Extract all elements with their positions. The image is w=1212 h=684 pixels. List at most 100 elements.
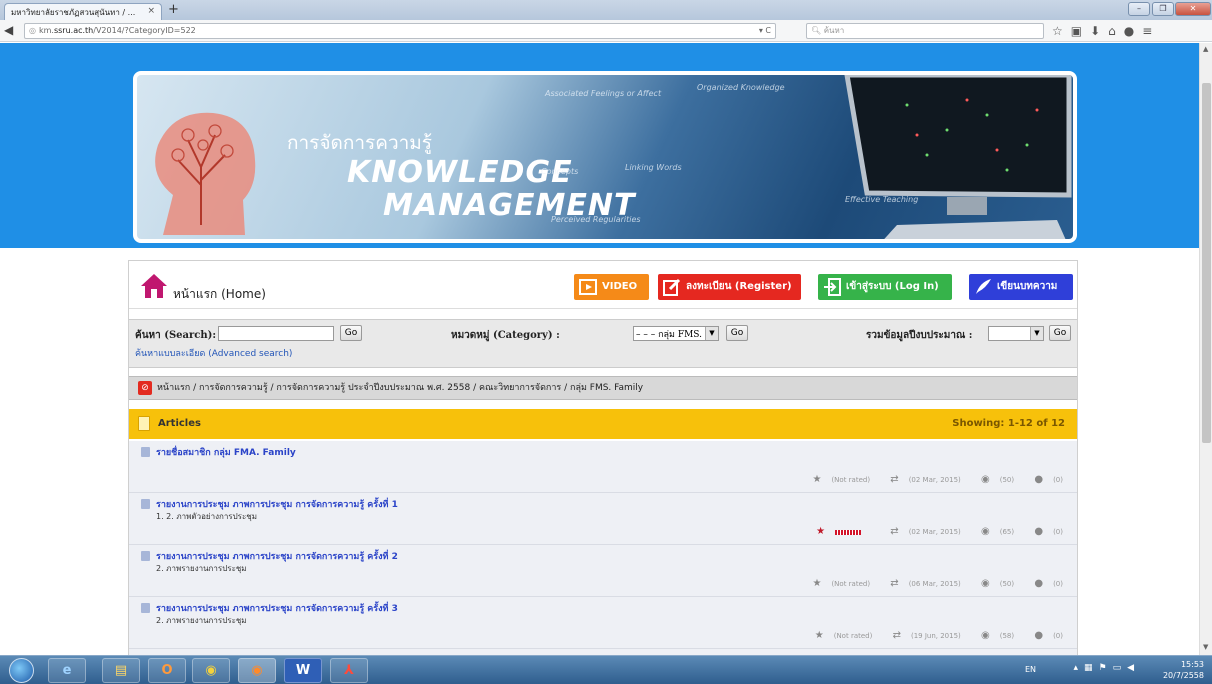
comment-icon: ● [1034,474,1044,485]
article-meta: ★ (Not rated) ⇄ (06 Mar, 2015) ◉ (50) ● (0) [794,578,1063,589]
article-title-link[interactable]: รายงานการประชุม ภาพการประชุม การจัดการคว… [156,601,398,615]
search-input[interactable] [218,326,334,341]
toolbar-icons: ☆▣⬇⌂●≡ [1052,24,1160,38]
article-description: 1. 2. ภาพตัวอย่างการประชุม [156,512,257,521]
quill-icon [976,279,991,294]
document-icon [141,551,150,561]
network-icon[interactable]: ▦ [1084,663,1099,673]
date-icon: ⇄ [890,578,899,589]
download-icon[interactable]: ⬇ [1090,24,1108,38]
login-arrow-icon [824,278,841,296]
article-meta: ★ (Not rated) ⇄ (02 Mar, 2015) ◉ (50) ● (0) [794,474,1063,485]
start-button[interactable] [9,658,34,683]
menu-icon[interactable]: ≡ [1142,24,1160,38]
article-title-link[interactable]: รายชื่อสมาชิก กลุ่ม FMA. Family [156,445,296,459]
breadcrumb-path[interactable]: หน้าแรก / การจัดการความรู้ / การจัดการคว… [157,383,643,393]
firefox-taskbar-icon[interactable]: ◉ [238,658,276,683]
articles-header: Articles Showing: 1-12 of 12 [129,409,1077,439]
login-button[interactable]: เข้าสู่ระบบ (Log In) [818,274,952,300]
breadcrumb-stop-icon: ⊘ [138,381,152,395]
article-description: 2. ภาพรายงานการประชุม [156,616,247,625]
document-icon [138,416,150,431]
chrome-taskbar-icon[interactable]: ◉ [192,658,230,683]
back-arrow-icon[interactable]: ◀ [4,23,13,37]
ie-taskbar-icon[interactable]: e [48,658,86,683]
monitor-tray-icon[interactable]: ▭ [1113,663,1128,673]
language-indicator[interactable]: EN [1025,665,1036,674]
home-link[interactable]: หน้าแรก (Home) [173,285,266,304]
advanced-search-link[interactable]: ค้นหาแบบละเอียด (Advanced search) [135,346,292,360]
brain-tree-head-icon [155,112,256,235]
home-house-icon[interactable] [140,273,168,299]
office-taskbar-icon[interactable]: O [148,658,186,683]
page-scrollbar[interactable]: ▲ ▼ [1199,43,1212,655]
browser-search-input[interactable]: 🔍︎ ค้นหา [806,23,1044,39]
clock-date: 20/7/2558 [1162,671,1204,680]
article-item: รายชื่อสมาชิก กลุ่ม FMA. Family ★ (Not ra… [129,441,1077,493]
article-meta: ★ (Not rated) ⇄ (19 Jun, 2015) ◉ (58) ● (0) [797,630,1063,641]
clock[interactable]: 15:53 20/7/2558 [1163,659,1204,681]
new-tab-button[interactable]: + [168,2,179,17]
reload-icon[interactable]: ▾ C [759,24,771,38]
register-button[interactable]: ลงทะเบียน (Register) [658,274,801,300]
article-date: (02 Mar, 2015) [908,476,961,484]
scroll-down-icon[interactable]: ▼ [1203,643,1208,651]
diagram-label: Associated Feelings or Affect [545,89,662,98]
comment-icon: ● [1034,630,1044,641]
scroll-thumb[interactable] [1202,83,1211,443]
write-article-button[interactable]: เขียนบทความ [969,274,1073,300]
close-window-button[interactable]: ✕ [1175,2,1211,16]
top-navigation: หน้าแรก (Home) VIDEO ลงทะเบียน (Register… [129,261,1077,309]
category-go-button[interactable]: Go [726,325,748,341]
bookmarks-icon[interactable]: ▣ [1071,24,1090,38]
banner-thai-title: การจัดการความรู้ [287,132,433,154]
search-bar: ค้นหา (Search): Go ค้นหาแบบละเอียด (Adva… [129,319,1077,368]
tab-title: มหาวิทยาลัยราชภัฏสวนสุนันทา / ... [11,8,136,17]
article-date: (02 Mar, 2015) [908,528,961,536]
browser-tab[interactable]: มหาวิทยาลัยราชภัฏสวนสุนันทา / ... × [4,3,162,20]
edit-pencil-icon [663,278,681,296]
url-prefix: km. [38,26,54,35]
diagram-label: Organized Knowledge [697,83,785,92]
chevron-up-icon[interactable]: ▴ [1073,663,1084,673]
eye-icon: ◉ [981,578,990,589]
article-rating: (Not rated) [831,580,871,588]
breadcrumb: ⊘ หน้าแรก / การจัดการความรู้ / การจัดการ… [129,376,1077,400]
bookmark-star-icon[interactable]: ☆ [1052,24,1071,38]
comment-icon: ● [1034,526,1044,537]
explorer-taskbar-icon[interactable]: ▤ [102,658,140,683]
budget-year-select[interactable]: ▼ [988,326,1044,341]
home-icon[interactable]: ⌂ [1108,24,1124,38]
article-title-link[interactable]: รายงานการประชุม ภาพการประชุม การจัดการคว… [156,497,398,511]
tab-close-icon[interactable]: × [147,6,155,16]
category-select[interactable]: – – – กลุ่ม FMS. Fa ▼ [633,326,719,341]
search-go-button[interactable]: Go [340,325,362,341]
word-taskbar-icon[interactable]: W [284,658,322,683]
article-meta: ★ ⇄ (02 Mar, 2015) ◉ (65) ● (0) [798,526,1063,537]
volume-icon[interactable]: ◀ [1127,663,1140,673]
banner-title-knowledge: KNOWLEDGE [347,155,573,190]
budget-go-button[interactable]: Go [1049,325,1071,341]
diagram-label: Perceived Regularities [551,215,641,224]
minimize-button[interactable]: – [1128,2,1150,16]
articles-title: Articles [158,418,201,429]
register-label: ลงทะเบียน (Register) [686,281,792,292]
article-title-link[interactable]: รายงานการประชุม ภาพการประชุม การจัดการคว… [156,549,398,563]
eye-icon: ◉ [981,474,990,485]
search-label: ค้นหา (Search): [135,330,217,341]
address-bar[interactable]: ◎ km.ssru.ac.th/V2014/?CategoryID=522 ▾ C [24,23,776,39]
video-button[interactable]: VIDEO [574,274,649,300]
article-views: (65) [999,528,1015,536]
flag-icon[interactable]: ⚑ [1098,663,1112,673]
km-banner: การจัดการความรู้ KNOWLEDGE MANAGEMENT As… [133,71,1077,243]
maximize-button[interactable]: ❐ [1152,2,1174,16]
pocket-icon[interactable]: ● [1124,24,1142,38]
content-panel: หน้าแรก (Home) VIDEO ลงทะเบียน (Register… [128,260,1078,655]
pdf-taskbar-icon[interactable]: ⅄ [330,658,368,683]
article-list: รายชื่อสมาชิก กลุ่ม FMA. Family ★ (Not ra… [129,441,1077,655]
clock-time: 15:53 [1180,660,1204,669]
scroll-up-icon[interactable]: ▲ [1203,45,1208,53]
article-comments: (0) [1053,580,1063,588]
article-item: รายงานการประชุม ภาพการประชุม การจัดการคว… [129,545,1077,597]
category-label: หมวดหมู่ (Category) : [451,330,560,341]
